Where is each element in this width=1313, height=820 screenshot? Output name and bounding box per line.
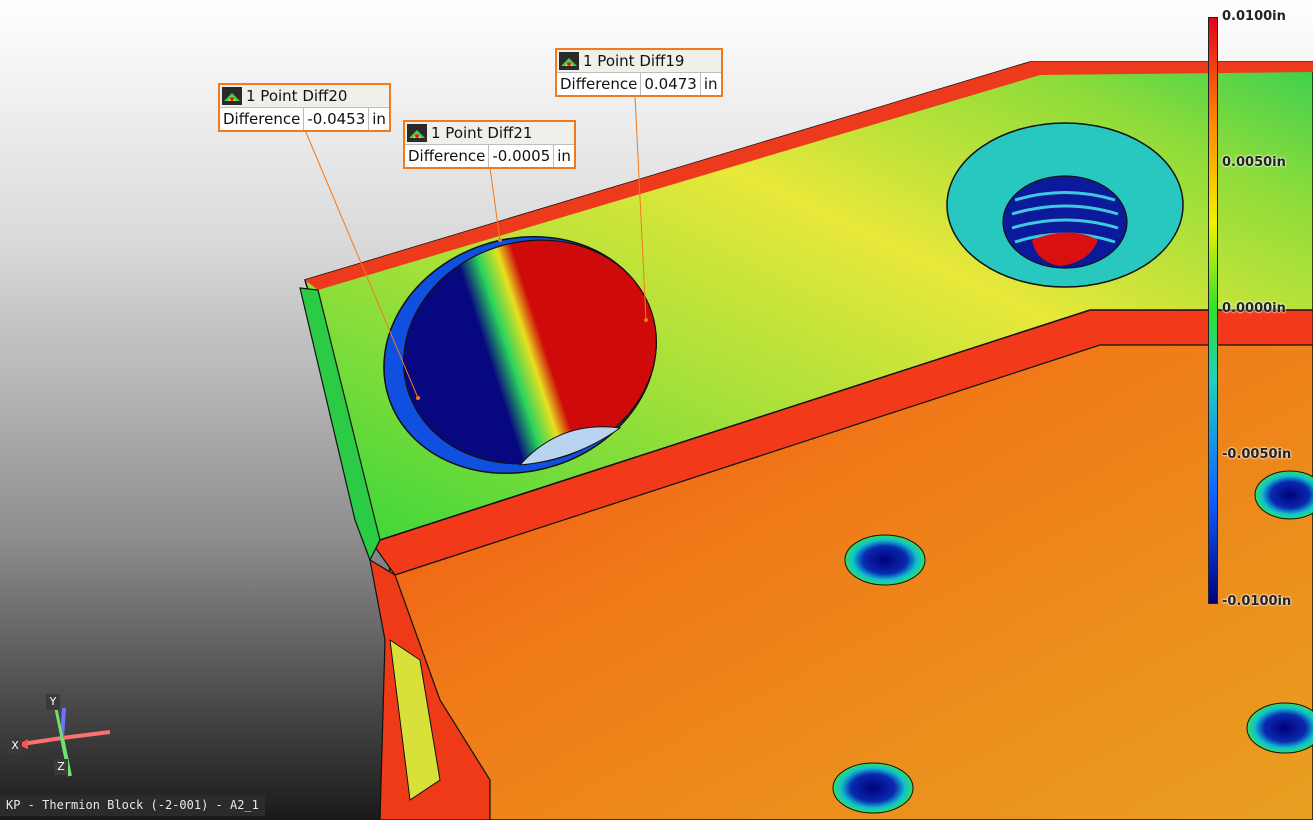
color-scale-tick-max: 0.0100in [1222,9,1286,24]
callout-point-diff21 [498,238,502,242]
color-scale-tick-upper: 0.0050in [1222,155,1286,170]
callout-title: 1 Point Diff19 [583,52,685,70]
color-scale-tick-min: -0.0100in [1222,594,1292,609]
callout-diff20[interactable]: 1 Point Diff20 Difference -0.0453 in [218,83,391,132]
callout-header: 1 Point Diff20 [220,85,389,108]
callout-value: -0.0453 [304,108,370,130]
color-scale-tick-zero: 0.0000in [1222,301,1286,316]
axis-label-z: Z [54,759,68,775]
axis-triad[interactable]: Y X Z [0,688,120,783]
callout-title: 1 Point Diff20 [246,87,348,105]
axis-label-y: Y [46,694,60,710]
callout-diff21[interactable]: 1 Point Diff21 Difference -0.0005 in [403,120,576,169]
callout-unit: in [703,75,718,93]
callout-title: 1 Point Diff21 [431,124,533,142]
callout-point-diff19 [644,318,648,322]
small-hole [832,762,914,814]
inspection-icon [407,124,427,142]
callout-row: Difference -0.0005 in [405,145,574,167]
inspection-icon [559,52,579,70]
color-scale-bar[interactable] [1208,17,1218,604]
callout-header: 1 Point Diff21 [405,122,574,145]
inspection-icon [222,87,242,105]
viewport-label: KP - Thermion Block (-2-001) - A2_1 [0,795,265,816]
callout-row: Difference 0.0473 in [557,73,721,95]
callout-diff19[interactable]: 1 Point Diff19 Difference 0.0473 in [555,48,723,97]
small-hole [844,534,926,586]
callout-label: Difference [557,73,642,95]
callout-header: 1 Point Diff19 [557,50,721,73]
3d-viewport[interactable] [0,0,1313,820]
callout-unit: in [557,147,571,165]
color-scale-tick-lower: -0.0050in [1222,447,1292,462]
callout-value: 0.0473 [641,73,701,95]
callout-label: Difference [220,108,305,130]
callout-value: -0.0005 [489,145,555,167]
callout-label: Difference [405,145,490,167]
callout-point-diff20 [416,396,420,400]
callout-unit: in [372,110,386,128]
axis-label-x: X [8,738,22,754]
callout-row: Difference -0.0453 in [220,108,389,130]
